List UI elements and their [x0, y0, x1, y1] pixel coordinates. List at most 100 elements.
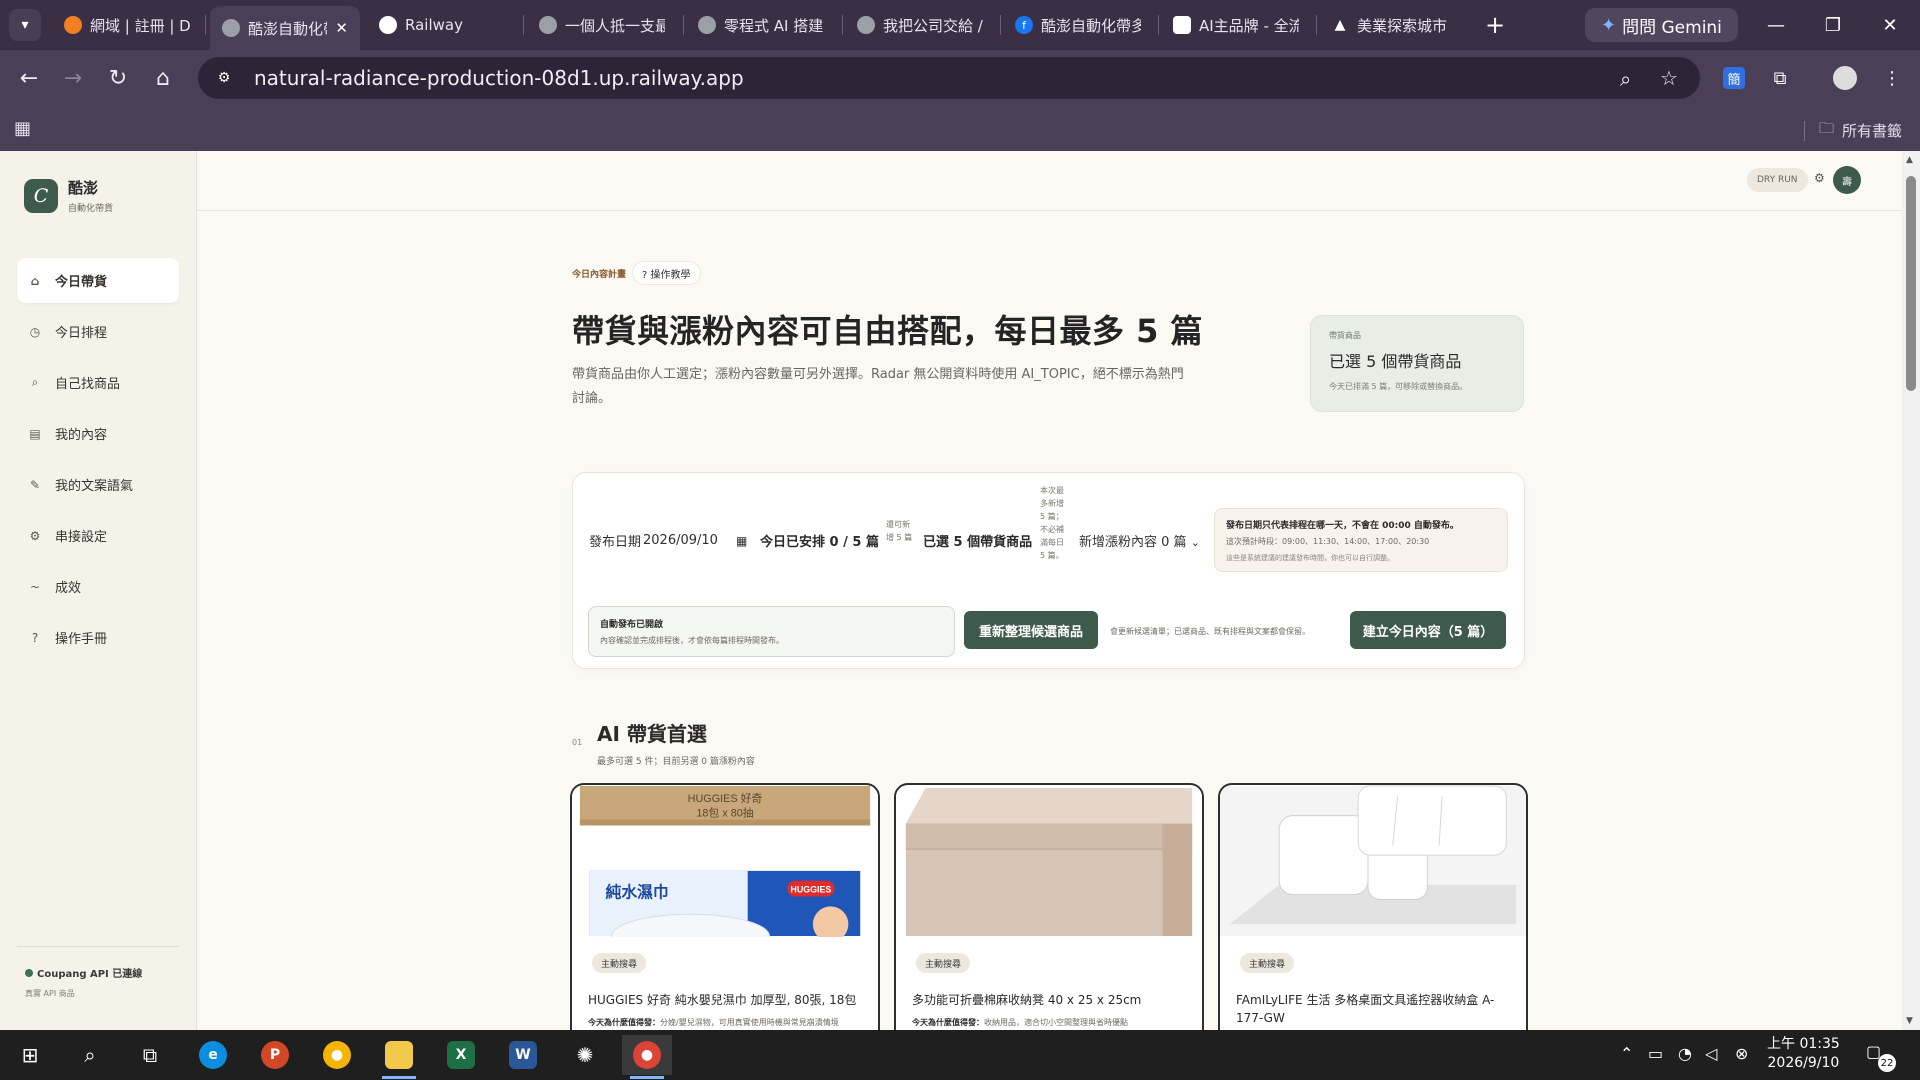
apps-grid-icon[interactable]: ▦ — [14, 118, 31, 139]
sidebar-item-schedule[interactable]: ◷ 今日排程 — [17, 309, 179, 354]
forward-button[interactable]: → — [58, 63, 88, 93]
extensions-puzzle-icon[interactable]: ⧉ — [1766, 64, 1794, 92]
remaining-note: 還可新增 5 篇 — [886, 520, 913, 542]
tab-6[interactable]: f 酷澎自動化帶多 — [1003, 8, 1153, 42]
sidebar-item-my-content[interactable]: ▤ 我的內容 — [17, 411, 179, 456]
tab-0[interactable]: 網域 | 註冊 | Dc — [52, 8, 202, 42]
tutorial-button[interactable]: ? 操作教學 — [632, 261, 701, 285]
reload-button[interactable]: ↻ — [103, 63, 133, 93]
notification-count: 22 — [1878, 1054, 1896, 1072]
sidebar-item-manual[interactable]: ? 操作手冊 — [17, 615, 179, 660]
excel-icon: X — [447, 1041, 475, 1069]
taskbar-search[interactable]: ⌕ — [65, 1035, 115, 1075]
build-today-content-button[interactable]: 建立今日內容（5 篇） — [1350, 611, 1506, 649]
sidebar-item-today[interactable]: ⌂ 今日帶貨 — [17, 258, 179, 303]
scroll-up-icon[interactable]: ▲ — [1906, 155, 1913, 165]
profile-avatar[interactable] — [1831, 64, 1859, 92]
taskbar-chrome-active[interactable]: ● — [622, 1035, 672, 1079]
extension-jian-button[interactable]: 簡 — [1720, 64, 1748, 92]
dry-run-badge[interactable]: DRY RUN — [1747, 168, 1808, 192]
sidebar-item-find-products[interactable]: ⌕ 自己找商品 — [17, 360, 179, 405]
section-number: 01 — [572, 738, 583, 747]
tab-4[interactable]: 零程式 AI 搭建 — [686, 8, 836, 42]
tab-8[interactable]: ▲ 美業探索城市 — [1319, 8, 1469, 42]
status-dot-icon — [25, 968, 33, 977]
scroll-down-icon[interactable]: ▼ — [1906, 1016, 1913, 1026]
product-card[interactable]: HUGGIES 好奇 18包 x 80抽 純水濕巾 HUGGIES 主動搜尋 H… — [570, 783, 880, 1043]
limit-note: 本次最多新增 5 篇；不必補滿每日 5 篇。 — [1040, 486, 1064, 560]
close-window-button[interactable]: ✕ — [1870, 10, 1910, 40]
address-bar[interactable]: ⚙ natural-radiance-production-08d1.up.ra… — [198, 57, 1700, 99]
gear-icon: ⚙ — [29, 528, 41, 543]
sidebar-item-integrations[interactable]: ⚙ 串接設定 — [17, 513, 179, 558]
refresh-candidates-button[interactable]: 重新整理候選商品 — [964, 611, 1098, 649]
back-button[interactable]: ← — [14, 63, 44, 93]
start-button[interactable]: ⊞ — [5, 1035, 55, 1075]
new-tab-button[interactable]: + — [1480, 10, 1510, 40]
product-badge: 主動搜尋 — [592, 953, 647, 973]
product-card[interactable]: 主動搜尋 多功能可折疊棉麻收納凳 40 x 25 x 25cm 今天為什麼值得發… — [894, 783, 1204, 1043]
tab-5[interactable]: 我把公司交給 / — [845, 8, 995, 42]
help-icon: ? — [31, 630, 39, 645]
taskbar-chatgpt[interactable]: ✺ — [560, 1035, 610, 1075]
taskbar-chrome[interactable]: ● — [312, 1035, 362, 1075]
meet-icon[interactable]: ⊗ — [1735, 1044, 1748, 1063]
gemini-icon: ✦ — [1601, 14, 1617, 36]
battery-icon[interactable]: ▭ — [1648, 1044, 1663, 1063]
product-name: FAmILyLIFE 生活 多格桌面文具遙控器收納盒 A-177-GW — [1236, 993, 1495, 1025]
vercel-icon: ▲ — [1334, 17, 1346, 33]
volume-icon[interactable]: ◁ — [1705, 1044, 1717, 1063]
globe-icon — [698, 16, 716, 34]
tray-overflow-icon[interactable]: ⌃ — [1620, 1044, 1633, 1063]
user-avatar[interactable]: 壽 — [1833, 166, 1861, 194]
notification-button[interactable]: ▢ 22 — [1866, 1042, 1896, 1072]
schedule-info-box: 發布日期只代表排程在哪一天，不會在 00:00 自動發布。 這次預計時段：09:… — [1214, 508, 1508, 572]
taskbar-explorer[interactable] — [374, 1035, 424, 1079]
home-button[interactable]: ⌂ — [148, 63, 178, 93]
all-bookmarks-button[interactable]: 🗀 所有書籤 — [1803, 118, 1902, 143]
globe-icon — [857, 16, 875, 34]
main-content: 今日內容計畫 ? 操作教學 帶貨與漲粉內容可自由搭配，每日最多 5 篇 帶貨商品… — [197, 211, 1902, 1043]
edge-icon: e — [199, 1041, 227, 1069]
url-text[interactable]: natural-radiance-production-08d1.up.rail… — [254, 66, 744, 90]
restore-button[interactable]: ❐ — [1813, 10, 1853, 40]
tab-3[interactable]: 一個人抵一支最 — [527, 8, 677, 42]
wifi-icon[interactable]: ◔ — [1678, 1044, 1692, 1063]
publish-date-value[interactable]: 2026/09/10 — [643, 533, 718, 548]
browser-tab-bar: ▾ 網域 | 註冊 | Dc 酷澎自動化帶 ✕ Railway 一個人抵一支最 … — [0, 0, 1920, 50]
taskbar-powerpoint[interactable]: P — [250, 1035, 300, 1075]
tab-1[interactable]: 酷澎自動化帶 ✕ — [210, 6, 360, 50]
bookmark-star-icon[interactable]: ☆ — [1660, 66, 1678, 90]
taskbar-excel[interactable]: X — [436, 1035, 486, 1075]
zoom-icon[interactable]: ⌕ — [1620, 67, 1631, 91]
taskbar-word[interactable]: W — [498, 1035, 548, 1075]
section-title: AI 帶貨首選 — [597, 722, 707, 746]
scroll-thumb[interactable] — [1906, 176, 1916, 391]
growth-content-select[interactable]: 新增漲粉內容 0 篇 ⌄ — [1079, 531, 1200, 550]
railway-icon — [379, 16, 397, 34]
tab-2[interactable]: Railway — [367, 8, 517, 42]
page-scrollbar[interactable]: ▲ ▼ — [1902, 151, 1920, 1030]
task-view-button[interactable]: ⧉ — [125, 1035, 175, 1075]
tab-7[interactable]: AI主品牌 - 全流 — [1161, 8, 1311, 42]
close-tab-icon[interactable]: ✕ — [335, 19, 348, 37]
auto-publish-box[interactable]: 自動發布已開啟 內容確認並完成排程後，才會依每篇排程時間發布。 — [588, 606, 955, 657]
globe-icon — [539, 16, 557, 34]
minimize-button[interactable]: — — [1756, 10, 1796, 40]
brand-subtitle: 自動化帶貨 — [68, 204, 114, 214]
calendar-icon[interactable]: ▦ — [736, 534, 747, 548]
tab-search-button[interactable]: ▾ — [9, 9, 41, 41]
browser-menu-icon[interactable]: ⋮ — [1878, 64, 1906, 92]
browser-toolbar: ← → ↻ ⌂ ⚙ natural-radiance-production-08… — [0, 50, 1920, 106]
sidebar-item-copy-tone[interactable]: ✎ 我的文案語氣 — [17, 462, 179, 507]
publish-date-field[interactable]: 發布日期 2026/09/10 ▦ — [589, 531, 747, 550]
sidebar-item-performance[interactable]: ~ 成效 — [17, 564, 179, 609]
ask-gemini-button[interactable]: ✦ 問問 Gemini — [1585, 8, 1738, 42]
site-info-icon[interactable]: ⚙ — [210, 64, 238, 92]
product-card[interactable]: 主動搜尋 FAmILyLIFE 生活 多格桌面文具遙控器收納盒 A-177-GW — [1218, 783, 1528, 1043]
system-clock[interactable]: 上午 01:35 2026/9/10 — [1767, 1035, 1840, 1073]
taskbar-edge[interactable]: e — [188, 1035, 238, 1075]
settings-icon[interactable]: ⚙ — [1814, 171, 1825, 185]
chevron-down-icon: ▾ — [21, 17, 29, 33]
brand[interactable]: C 酷澎 自動化帶貨 — [24, 177, 113, 214]
